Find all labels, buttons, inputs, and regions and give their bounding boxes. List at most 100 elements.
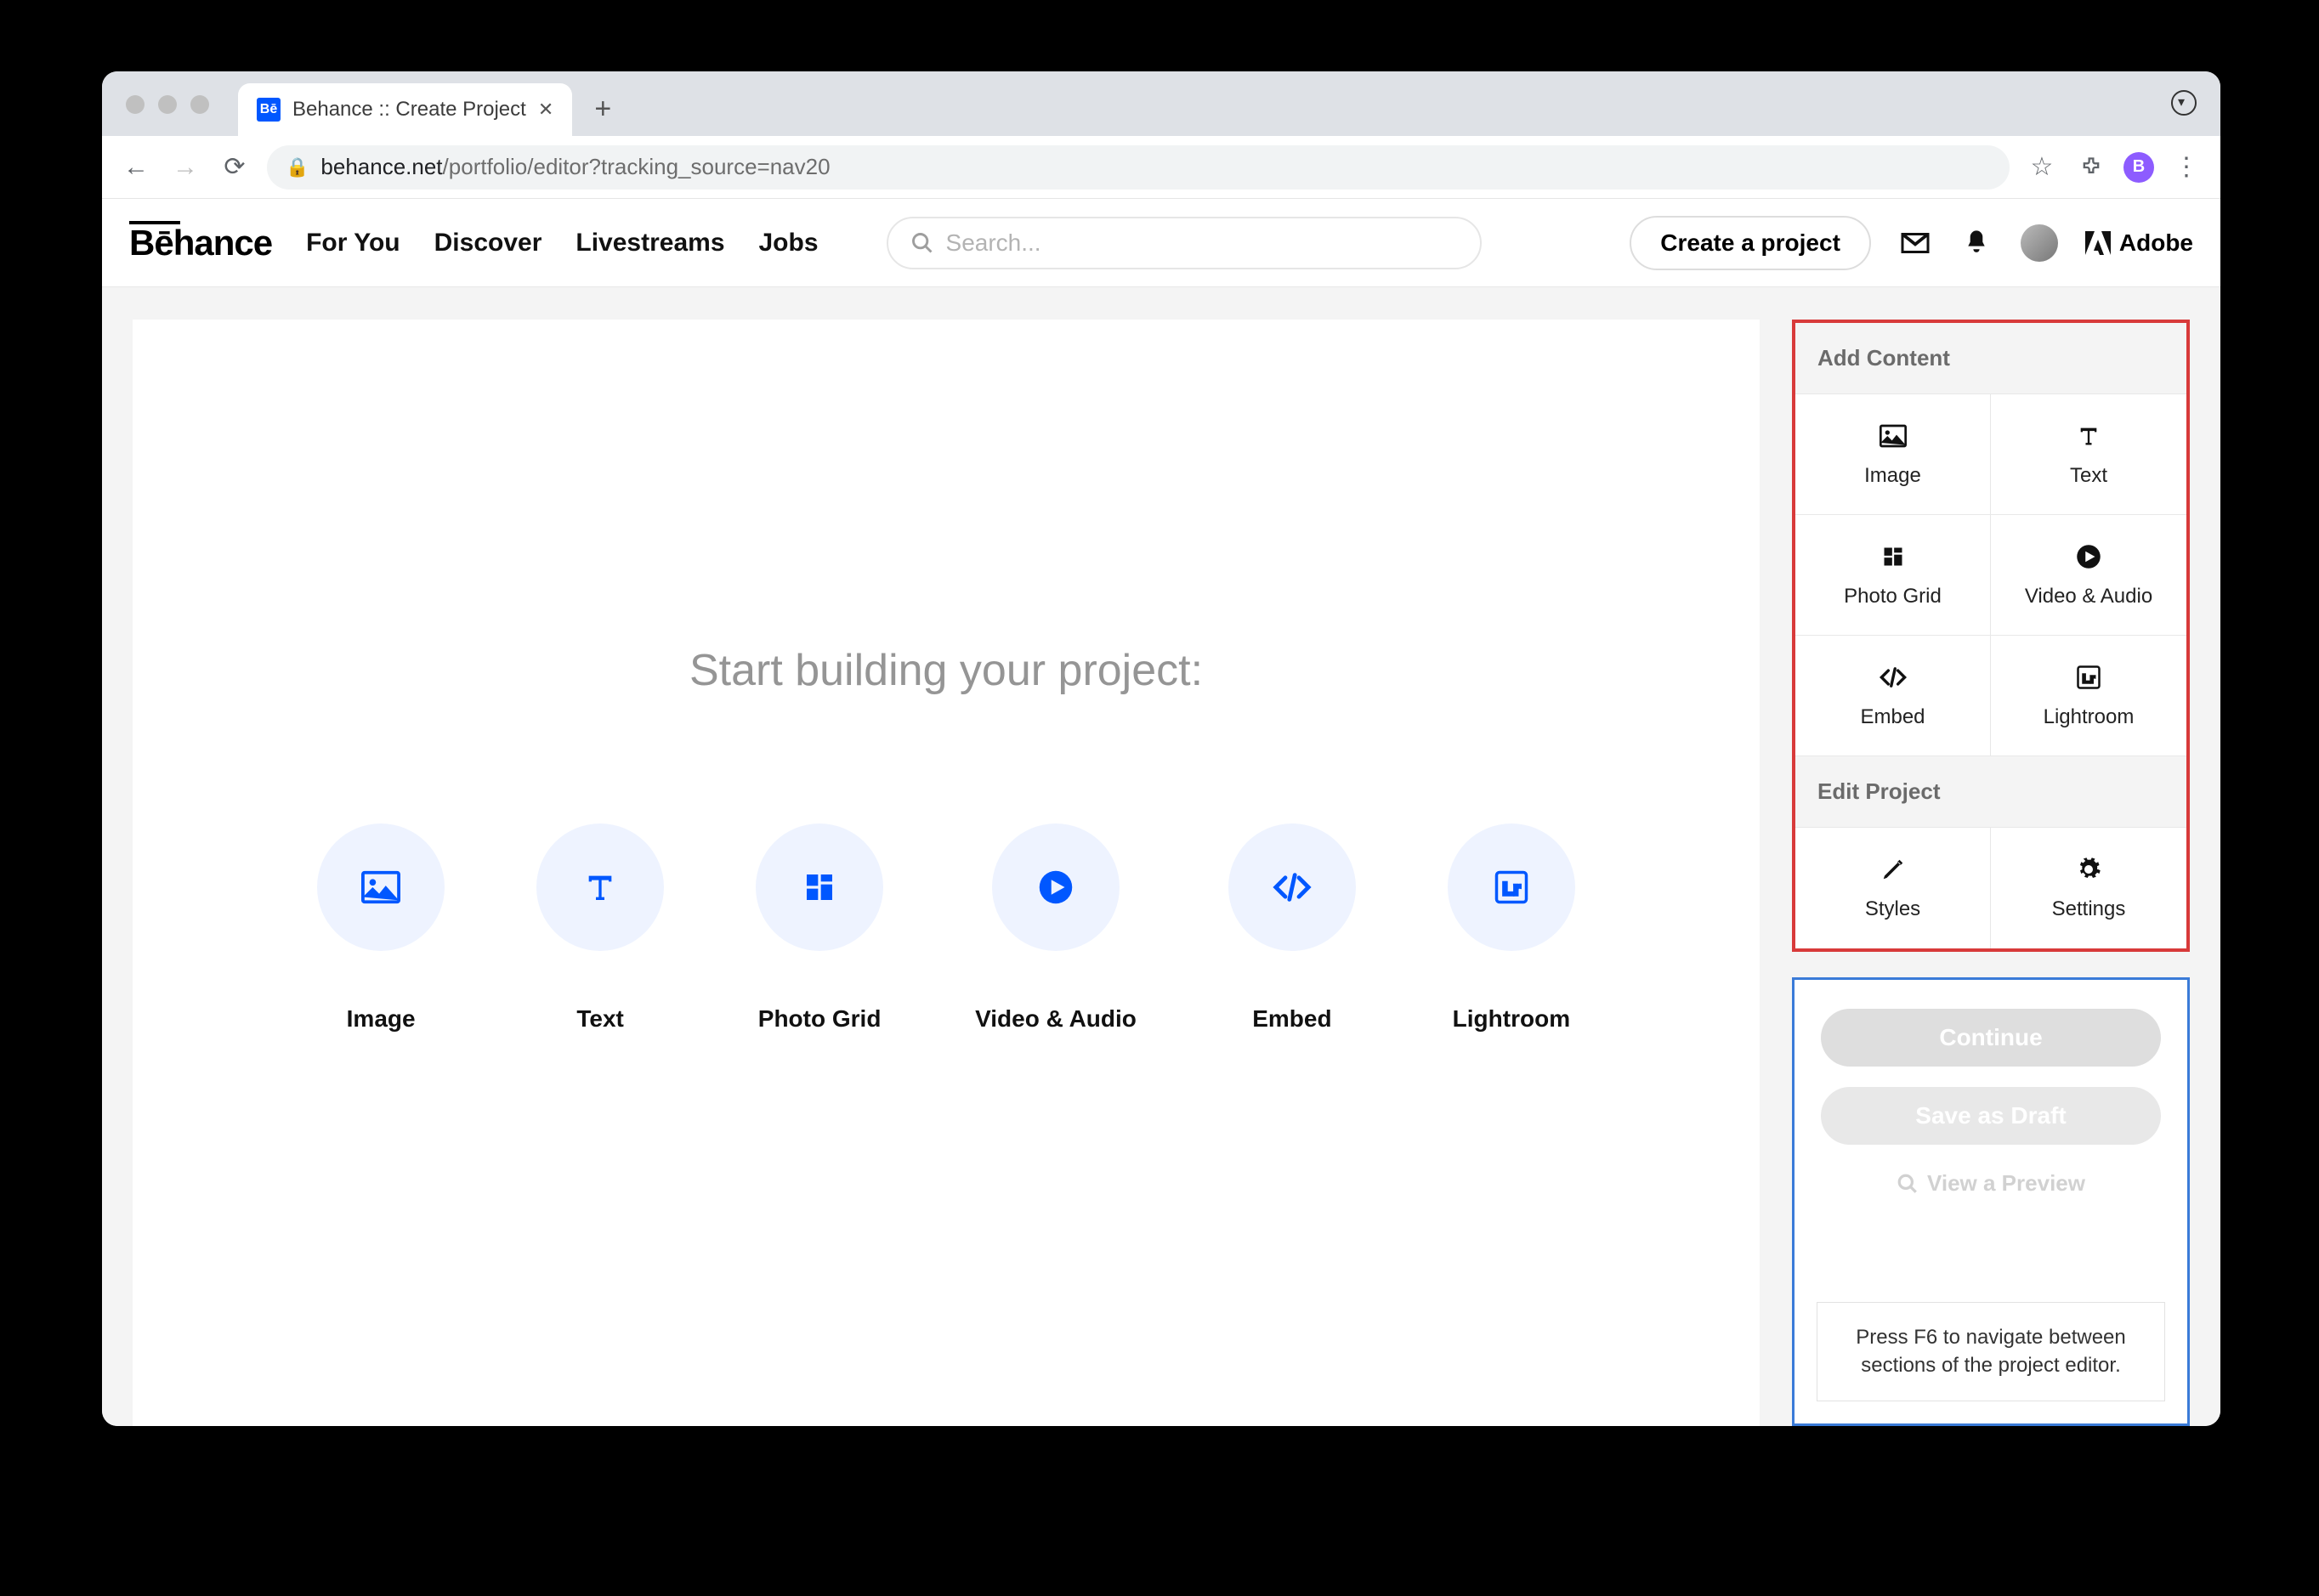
block-label: Image — [347, 1005, 416, 1033]
svg-text:Lr: Lr — [1502, 880, 1520, 899]
app-header: Bēhance For You Discover Livestreams Job… — [102, 199, 2220, 287]
block-option-lightroom[interactable]: Lr Lightroom — [1448, 823, 1575, 1033]
lock-icon: 🔒 — [286, 156, 309, 178]
adobe-logo-icon — [2085, 231, 2111, 255]
url-text: behance.net/portfolio/editor?tracking_so… — [320, 154, 830, 180]
tile-settings[interactable]: Settings — [1991, 828, 2186, 948]
block-option-image[interactable]: Image — [317, 823, 445, 1033]
address-bar[interactable]: 🔒 behance.net/portfolio/editor?tracking_… — [267, 145, 2010, 190]
embed-icon — [1228, 823, 1356, 951]
nav-for-you[interactable]: For You — [306, 229, 400, 258]
edit-project-header: Edit Project — [1795, 756, 2186, 828]
create-project-button[interactable]: Create a project — [1630, 216, 1871, 270]
tile-label: Image — [1864, 464, 1921, 488]
tile-label: Styles — [1865, 897, 1920, 921]
lightroom-icon: Lr — [1448, 823, 1575, 951]
view-preview-label: View a Preview — [1927, 1170, 2085, 1197]
urlbar: ← → ⟳ 🔒 behance.net/portfolio/editor?tra… — [102, 136, 2220, 199]
tools-panel: Add Content Image Text — [1792, 320, 2190, 952]
add-content-header: Add Content — [1795, 323, 2186, 394]
tile-label: Video & Audio — [2025, 585, 2152, 608]
video-audio-icon — [992, 823, 1120, 951]
edit-project-grid: Styles Settings — [1795, 828, 2186, 948]
tile-label: Embed — [1860, 705, 1925, 729]
block-option-photo-grid[interactable]: Photo Grid — [756, 823, 883, 1033]
save-draft-button[interactable]: Save as Draft — [1821, 1087, 2161, 1145]
account-switcher-icon[interactable] — [2171, 90, 2197, 116]
svg-text:Lr: Lr — [2083, 671, 2095, 686]
search-icon — [910, 231, 934, 255]
view-preview-link[interactable]: View a Preview — [1897, 1170, 2085, 1197]
text-icon — [536, 823, 664, 951]
extensions-icon[interactable] — [2074, 150, 2108, 184]
tile-video-audio[interactable]: Video & Audio — [1991, 515, 2186, 636]
tile-text[interactable]: Text — [1991, 394, 2186, 515]
actions-panel: Continue Save as Draft View a Preview Pr… — [1792, 977, 2190, 1426]
block-label: Photo Grid — [758, 1005, 882, 1033]
block-option-video-audio[interactable]: Video & Audio — [975, 823, 1137, 1033]
adobe-label: Adobe — [2119, 229, 2193, 257]
block-option-text[interactable]: Text — [536, 823, 664, 1033]
window-controls[interactable] — [126, 95, 209, 114]
tile-embed[interactable]: Embed — [1795, 636, 1991, 756]
notifications-icon[interactable] — [1959, 226, 1993, 260]
close-tab-icon[interactable]: ✕ — [538, 99, 553, 121]
back-button[interactable]: ← — [119, 150, 153, 184]
browser-window: Bē Behance :: Create Project ✕ + ← → ⟳ 🔒… — [102, 71, 2220, 1426]
profile-badge[interactable]: B — [2123, 152, 2154, 183]
video-audio-icon — [2074, 542, 2103, 571]
tile-label: Photo Grid — [1844, 585, 1942, 608]
tile-lightroom[interactable]: Lr Lightroom — [1991, 636, 2186, 756]
right-column: Add Content Image Text — [1792, 320, 2190, 1426]
tile-label: Lightroom — [2044, 705, 2135, 729]
styles-icon — [1879, 855, 1908, 884]
close-window-icon[interactable] — [126, 95, 145, 114]
minimize-window-icon[interactable] — [158, 95, 177, 114]
canvas-title: Start building your project: — [689, 645, 1203, 696]
block-row: Image Text Photo Grid — [317, 823, 1575, 1033]
forward-button[interactable]: → — [168, 150, 202, 184]
adobe-link[interactable]: Adobe — [2085, 229, 2193, 257]
nav-discover[interactable]: Discover — [434, 229, 542, 258]
tile-label: Settings — [2052, 897, 2126, 921]
lightroom-icon: Lr — [2074, 663, 2103, 692]
canvas: Start building your project: Image — [133, 320, 1760, 1426]
search-field[interactable] — [887, 217, 1482, 269]
tile-label: Text — [2070, 464, 2107, 488]
nav-livestreams[interactable]: Livestreams — [575, 229, 724, 258]
search-icon — [1897, 1173, 1919, 1195]
favicon-icon: Bē — [257, 98, 281, 122]
search-input[interactable] — [946, 229, 1458, 257]
browser-tab[interactable]: Bē Behance :: Create Project ✕ — [238, 83, 572, 136]
titlebar: Bē Behance :: Create Project ✕ + — [102, 71, 2220, 136]
tile-image[interactable]: Image — [1795, 394, 1991, 515]
block-label: Text — [576, 1005, 624, 1033]
maximize-window-icon[interactable] — [190, 95, 209, 114]
block-option-embed[interactable]: Embed — [1228, 823, 1356, 1033]
url-path: /portfolio/editor?tracking_source=nav20 — [443, 154, 831, 179]
reload-button[interactable]: ⟳ — [218, 150, 252, 184]
photo-grid-icon — [756, 823, 883, 951]
block-label: Video & Audio — [975, 1005, 1137, 1033]
behance-logo[interactable]: Bēhance — [129, 223, 272, 263]
nav-jobs[interactable]: Jobs — [759, 229, 819, 258]
embed-icon — [1879, 663, 1908, 692]
content-area: Start building your project: Image — [102, 287, 2220, 1426]
add-content-grid: Image Text Photo Grid — [1795, 394, 2186, 756]
tile-styles[interactable]: Styles — [1795, 828, 1991, 948]
tile-photo-grid[interactable]: Photo Grid — [1795, 515, 1991, 636]
bookmark-star-icon[interactable]: ☆ — [2025, 150, 2059, 184]
avatar[interactable] — [2021, 224, 2058, 262]
settings-icon — [2074, 855, 2103, 884]
keyboard-hint: Press F6 to navigate between sections of… — [1817, 1302, 2165, 1401]
photo-grid-icon — [1879, 542, 1908, 571]
url-host: behance.net — [320, 154, 442, 179]
browser-menu-icon[interactable]: ⋮ — [2169, 150, 2203, 184]
image-icon — [317, 823, 445, 951]
tab-title: Behance :: Create Project — [292, 98, 526, 122]
messages-icon[interactable] — [1898, 226, 1932, 260]
text-icon — [2074, 422, 2103, 450]
continue-button[interactable]: Continue — [1821, 1009, 2161, 1067]
new-tab-button[interactable]: + — [582, 88, 623, 129]
image-icon — [1879, 422, 1908, 450]
